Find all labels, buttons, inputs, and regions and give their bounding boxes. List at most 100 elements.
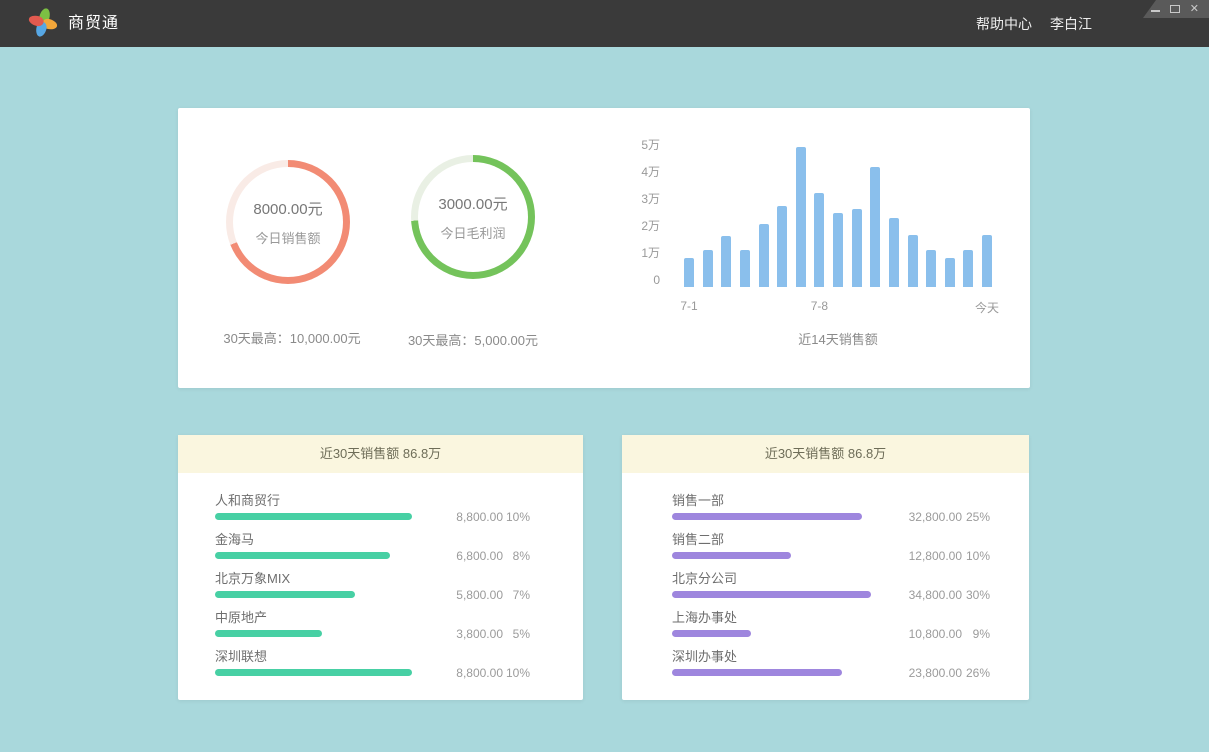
rank-bar-line: 10,800.00 9%: [672, 630, 1029, 638]
daily-sales-bar: [926, 250, 936, 287]
daily-sales-bar: [796, 147, 806, 287]
rank-bar: [215, 630, 322, 637]
rank-value: 32,800.00: [909, 511, 962, 523]
rank-percent: 10%: [506, 667, 530, 679]
daily-sales-bar: [963, 250, 973, 287]
rank-bar-line: 34,800.00 30%: [672, 591, 1029, 599]
summary-card: 8000.00元 今日销售额 30天最高：10,000.00元 3000.00元…: [178, 108, 1030, 388]
daily-sales-bar: [814, 193, 824, 287]
daily-sales-bar: [870, 167, 880, 287]
rank-bar: [672, 591, 871, 598]
rank-value: 6,800.00: [456, 550, 503, 562]
today-sales-donut: 8000.00元 今日销售额: [226, 160, 350, 284]
rank-value: 23,800.00: [909, 667, 962, 679]
rank-value: 10,800.00: [909, 628, 962, 640]
rank-name: 上海办事处: [672, 609, 1029, 626]
daily-sales-bar: [852, 209, 862, 287]
titlebar: 商贸通 帮助中心 李白江 ✕: [0, 0, 1209, 47]
rank-row: 金海马 6,800.00 8%: [215, 531, 583, 560]
rank-bar: [672, 669, 842, 676]
today-profit-value: 3000.00元: [438, 193, 507, 214]
rank-row: 深圳联想 8,800.0010%: [215, 648, 583, 677]
daily-sales-bar: [777, 206, 787, 287]
department-ranking-list: 销售一部32,800.0025%销售二部12,800.0010%北京分公司34,…: [672, 492, 1029, 687]
rank-name: 深圳办事处: [672, 648, 1029, 665]
rank-percent: 30%: [966, 589, 990, 601]
rank-name: 中原地产: [215, 609, 583, 626]
today-profit-label: 今日毛利润: [440, 223, 505, 242]
x-axis-tick: 7-1: [659, 299, 719, 313]
y-axis-tick: 0: [616, 272, 660, 288]
profit-30d-max-caption: 30天最高：5,000.00元: [363, 330, 583, 349]
close-icon[interactable]: ✕: [1190, 4, 1199, 15]
app-title: 商贸通: [68, 0, 119, 47]
rank-bar-line: 5,800.00 7%: [215, 591, 583, 599]
rank-row: 北京万象MIX 5,800.00 7%: [215, 570, 583, 599]
daily-sales-chart-title: 近14天销售额: [684, 329, 992, 348]
rank-bar: [215, 513, 412, 520]
rank-value: 34,800.00: [909, 589, 962, 601]
rank-name: 销售二部: [672, 531, 1029, 548]
today-sales-value: 8000.00元: [253, 198, 322, 219]
rank-name: 深圳联想: [215, 648, 583, 665]
rank-row: 中原地产 3,800.005%: [215, 609, 583, 638]
y-axis-tick: 1万: [616, 245, 660, 261]
maximize-icon[interactable]: [1170, 5, 1180, 13]
window-controls: ✕: [1143, 0, 1209, 18]
rank-bar-line: 12,800.00 10%: [672, 552, 1029, 560]
today-profit-donut: 3000.00元 今日毛利润: [411, 155, 535, 279]
donut-inner: [418, 162, 528, 272]
rank-bar-line: 6,800.00 8%: [215, 552, 583, 560]
daily-sales-bar: [759, 224, 769, 287]
customer-ranking-card: 近30天销售额 86.8万 人和商贸行8,800.0010%金海马6,800.0…: [178, 435, 583, 700]
minimize-icon[interactable]: [1151, 10, 1160, 12]
daily-sales-bar: [833, 213, 843, 287]
rank-percent: 9%: [973, 628, 990, 640]
rank-percent: 25%: [966, 511, 990, 523]
rank-row: 销售一部32,800.0025%: [672, 492, 1029, 521]
y-axis-tick: 5万: [616, 137, 660, 153]
app-logo-icon: [30, 10, 56, 36]
rank-percent: 8%: [513, 550, 530, 562]
rank-value: 12,800.00: [909, 550, 962, 562]
rank-value: 8,800.00: [456, 511, 503, 523]
rank-value: 3,800.00: [456, 628, 503, 640]
customer-ranking-list: 人和商贸行8,800.0010%金海马6,800.008%北京万象MIX5,80…: [215, 492, 583, 687]
help-center-link[interactable]: 帮助中心: [976, 14, 1032, 34]
daily-sales-bar: [684, 258, 694, 287]
titlebar-nav: 帮助中心 李白江: [976, 0, 1092, 47]
user-menu[interactable]: 李白江: [1050, 14, 1092, 34]
donut-inner: [233, 167, 343, 277]
rank-row: 深圳办事处23,800.0026%: [672, 648, 1029, 677]
rank-bar-line: 32,800.00 25%: [672, 513, 1029, 521]
daily-sales-bar: [703, 250, 713, 287]
x-axis-tick: 今天: [957, 299, 1017, 316]
rank-bar: [215, 552, 390, 559]
rank-percent: 10%: [506, 511, 530, 523]
rank-value: 8,800.00: [456, 667, 503, 679]
rank-row: 北京分公司 34,800.00 30%: [672, 570, 1029, 599]
daily-sales-bar: [945, 258, 955, 287]
daily-sales-bar: [889, 218, 899, 287]
rank-percent: 10%: [966, 550, 990, 562]
rank-bar-line: 8,800.0010%: [215, 513, 583, 521]
daily-sales-plot: [684, 135, 992, 287]
rank-name: 北京分公司: [672, 570, 1029, 587]
daily-sales-bar: [908, 235, 918, 287]
rank-percent: 7%: [513, 589, 530, 601]
customer-ranking-title: 近30天销售额 86.8万: [178, 435, 583, 473]
y-axis-tick: 2万: [616, 218, 660, 234]
daily-sales-bar: [982, 235, 992, 287]
rank-name: 金海马: [215, 531, 583, 548]
y-axis-tick: 3万: [616, 191, 660, 207]
app-window: 商贸通 帮助中心 李白江 ✕ 8000.00元 今日销售额 30天最高：10,0…: [0, 0, 1209, 752]
rank-bar: [215, 591, 355, 598]
rank-value: 5,800.00: [456, 589, 503, 601]
rank-name: 人和商贸行: [215, 492, 583, 509]
rank-bar: [672, 630, 751, 637]
rank-bar-line: 8,800.0010%: [215, 669, 583, 677]
department-ranking-card: 近30天销售额 86.8万 销售一部32,800.0025%销售二部12,800…: [622, 435, 1029, 700]
rank-bar-line: 3,800.005%: [215, 630, 583, 638]
daily-sales-bar: [740, 250, 750, 287]
rank-name: 北京万象MIX: [215, 570, 583, 587]
